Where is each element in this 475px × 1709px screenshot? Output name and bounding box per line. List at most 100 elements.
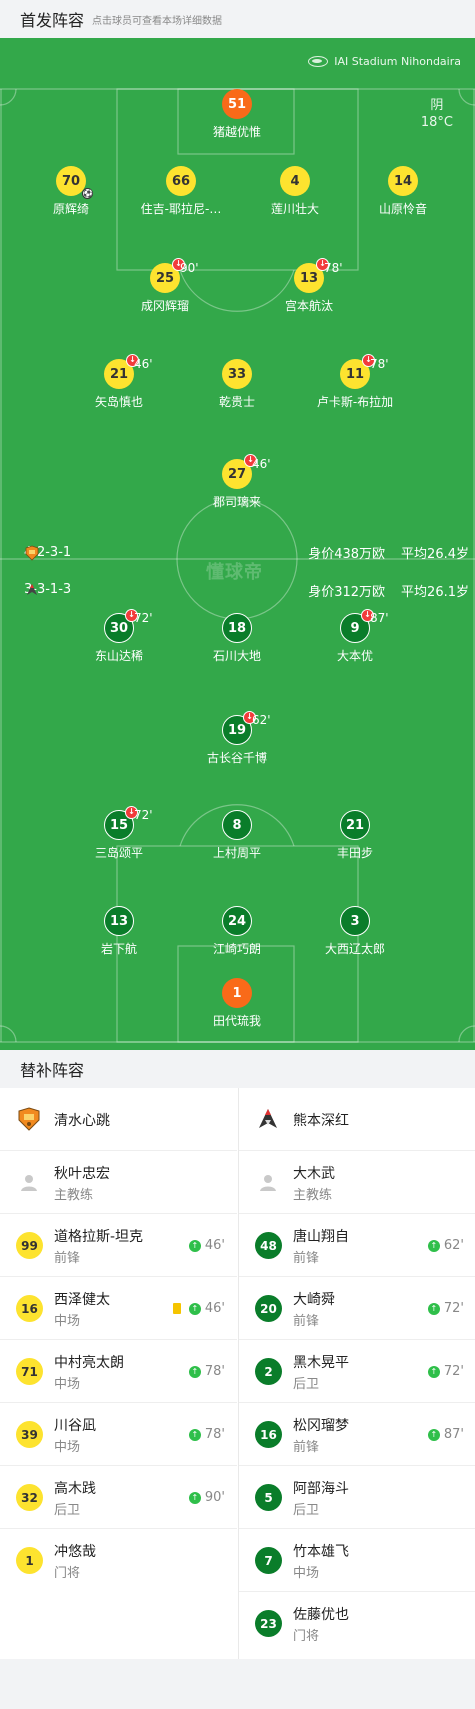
stadium-info: IAI Stadium Nihondaira — [308, 55, 461, 68]
sub-role: 中场 — [54, 1377, 81, 1392]
away-player[interactable]: 30 ↓ 72' 东山达稀 — [54, 609, 184, 664]
sub-in-icon: ↑ — [427, 1239, 440, 1252]
home-coach-row[interactable]: 秋叶忠宏 主教练 — [0, 1151, 237, 1214]
sub-role: 门将 — [54, 1566, 81, 1581]
stadium-name: IAI Stadium Nihondaira — [334, 55, 461, 68]
away-player[interactable]: 18 石川大地 — [172, 613, 302, 664]
sub-number: 16 — [16, 1295, 43, 1322]
home-player[interactable]: 11 ↓ 78' 卢卡斯-布拉加 — [290, 354, 420, 410]
player-number: 3 — [340, 906, 370, 936]
sub-role: 前锋 — [293, 1251, 320, 1266]
sub-name: 竹本雄飞 — [293, 1544, 349, 1560]
sub-in-icon: ↑ — [188, 1428, 201, 1441]
player-number: 25 ↓ — [150, 258, 185, 293]
away-player[interactable]: 1 田代琉我 — [172, 978, 302, 1029]
sub-number: 20 — [255, 1295, 282, 1322]
sub-number: 7 — [255, 1547, 282, 1574]
lineup-hint: 点击球员可查看本场详细数据 — [92, 15, 223, 27]
sub-role: 中场 — [293, 1566, 320, 1581]
player-number: 14 — [388, 166, 418, 196]
subs-header: 替补阵容 — [0, 1050, 475, 1088]
sub-player-row[interactable]: 23 佐藤优也 门将 — [239, 1592, 475, 1655]
sub-player-row[interactable]: 20 大崎舜 前锋 ↑ 72' — [239, 1277, 475, 1340]
sub-player-row[interactable]: 7 竹本雄飞 中场 — [239, 1529, 475, 1592]
sub-time: 62' — [252, 713, 271, 727]
coach-role: 主教练 — [293, 1188, 333, 1203]
sub-number: 32 — [16, 1484, 43, 1511]
away-player[interactable]: 9 ↓ 87' 大本优 — [290, 609, 420, 664]
away-player[interactable]: 8 上村周平 — [172, 810, 302, 861]
player-number: 33 — [222, 359, 252, 389]
player-number: 15 ↓ — [104, 806, 138, 840]
goal-ball-icon: ⚽ — [82, 188, 93, 199]
away-player[interactable]: 24 江崎巧朗 — [172, 906, 302, 957]
player-name: 田代琉我 — [212, 1014, 261, 1028]
player-name: 上村周平 — [212, 846, 261, 860]
away-team-logo-icon — [259, 1109, 277, 1128]
away-player[interactable]: 15 ↓ 72' 三岛颂平 — [54, 806, 184, 861]
sub-number: 1 — [16, 1547, 43, 1574]
coach-role: 主教练 — [54, 1188, 94, 1203]
sub-role: 门将 — [293, 1629, 320, 1644]
sub-name: 黑木晃平 — [293, 1355, 349, 1371]
player-number: 27 ↓ — [222, 454, 257, 489]
home-player[interactable]: 25 ↓ 90' 成冈辉瑠 — [100, 258, 230, 314]
sub-player-row[interactable]: 16 松冈瑠梦 前锋 ↑ 87' — [239, 1403, 475, 1466]
weather-condition: 阴 — [430, 98, 444, 113]
yellow-card-icon — [172, 1303, 181, 1314]
sub-player-row[interactable]: 71 中村亮太朗 中场 ↑ 78' — [0, 1340, 237, 1403]
sub-role: 中场 — [54, 1440, 81, 1455]
sub-player-row[interactable]: 2 黑木晃平 后卫 ↑ 72' — [239, 1340, 475, 1403]
coach-name: 秋叶忠宏 — [54, 1166, 110, 1182]
sub-player-row[interactable]: 39 川谷凪 中场 ↑ 78' — [0, 1403, 237, 1466]
sub-in-icon: ↑ — [188, 1365, 201, 1378]
player-number: 24 — [222, 906, 252, 936]
sub-number: 23 — [255, 1610, 282, 1637]
home-player[interactable]: 21 ↓ 46' 矢岛慎也 — [54, 354, 184, 410]
sub-time: 46' — [134, 357, 153, 371]
away-player[interactable]: 13 岩下航 — [54, 906, 184, 957]
sub-role: 前锋 — [54, 1251, 81, 1266]
player-name: 卢卡斯-布拉加 — [316, 395, 394, 409]
home-player[interactable]: 66 住吉-耶拉尼-… — [116, 166, 246, 217]
sub-number: 5 — [255, 1484, 282, 1511]
home-team-name: 清水心跳 — [54, 1113, 110, 1129]
sub-player-row[interactable]: 5 阿部海斗 后卫 — [239, 1466, 475, 1529]
sub-number: 71 — [16, 1358, 43, 1385]
home-player[interactable]: 33 乾贵士 — [172, 359, 302, 410]
home-team-row[interactable]: 清水心跳 — [0, 1088, 237, 1151]
sub-in-info: ↑ 72' — [427, 1301, 464, 1316]
sub-in-minute: 46' — [204, 1301, 225, 1316]
sub-name: 中村亮太朗 — [54, 1355, 124, 1371]
away-player[interactable]: 21 丰田步 — [290, 810, 420, 861]
sub-number: 99 — [16, 1232, 43, 1259]
sub-in-minute: 72' — [443, 1364, 464, 1379]
sub-role: 后卫 — [54, 1503, 81, 1518]
sub-in-info: ↑ 87' — [427, 1427, 464, 1442]
sub-player-row[interactable]: 48 唐山翔自 前锋 ↑ 62' — [239, 1214, 475, 1277]
away-team-row[interactable]: 熊本深红 — [239, 1088, 475, 1151]
home-player[interactable]: 27 ↓ 46' 郡司璃来 — [172, 454, 302, 510]
sub-in-info: ↑ 72' — [427, 1364, 464, 1379]
sub-player-row[interactable]: 32 高木践 后卫 ↑ 90' — [0, 1466, 237, 1529]
sub-player-row[interactable]: 99 道格拉斯-坦克 前锋 ↑ 46' — [0, 1214, 237, 1277]
away-team-name: 熊本深红 — [293, 1113, 349, 1129]
home-player[interactable]: 14 山原怜音 — [338, 166, 468, 217]
sub-player-row[interactable]: 16 西泽健太 中场 ↑ 46' — [0, 1277, 237, 1340]
player-number: 13 ↓ — [294, 258, 329, 293]
away-coach-row[interactable]: 大木武 主教练 — [239, 1151, 475, 1214]
home-formation: 4-2-3-1 — [24, 545, 71, 561]
sub-player-row[interactable]: 1 冲悠哉 门将 — [0, 1529, 237, 1592]
away-player[interactable]: 3 大西辽太郎 — [290, 906, 420, 957]
home-player[interactable]: 13 ↓ 78' 宫本航汰 — [244, 258, 374, 314]
player-name: 成冈辉瑠 — [140, 299, 189, 313]
sub-in-minute: 46' — [204, 1238, 225, 1253]
home-player[interactable]: 51 猪越优惟 — [172, 89, 302, 140]
weather-info: 阴 18°C — [421, 97, 453, 131]
lineup-header: 首发阵容 点击球员可查看本场详细数据 — [0, 0, 475, 38]
away-player[interactable]: 19 ↓ 62' 古长谷千博 — [172, 711, 302, 766]
sub-role: 前锋 — [293, 1440, 320, 1455]
sub-name: 佐藤优也 — [293, 1607, 349, 1623]
sub-in-info: ↑ 78' — [188, 1364, 225, 1379]
sub-time: 78' — [370, 357, 389, 371]
